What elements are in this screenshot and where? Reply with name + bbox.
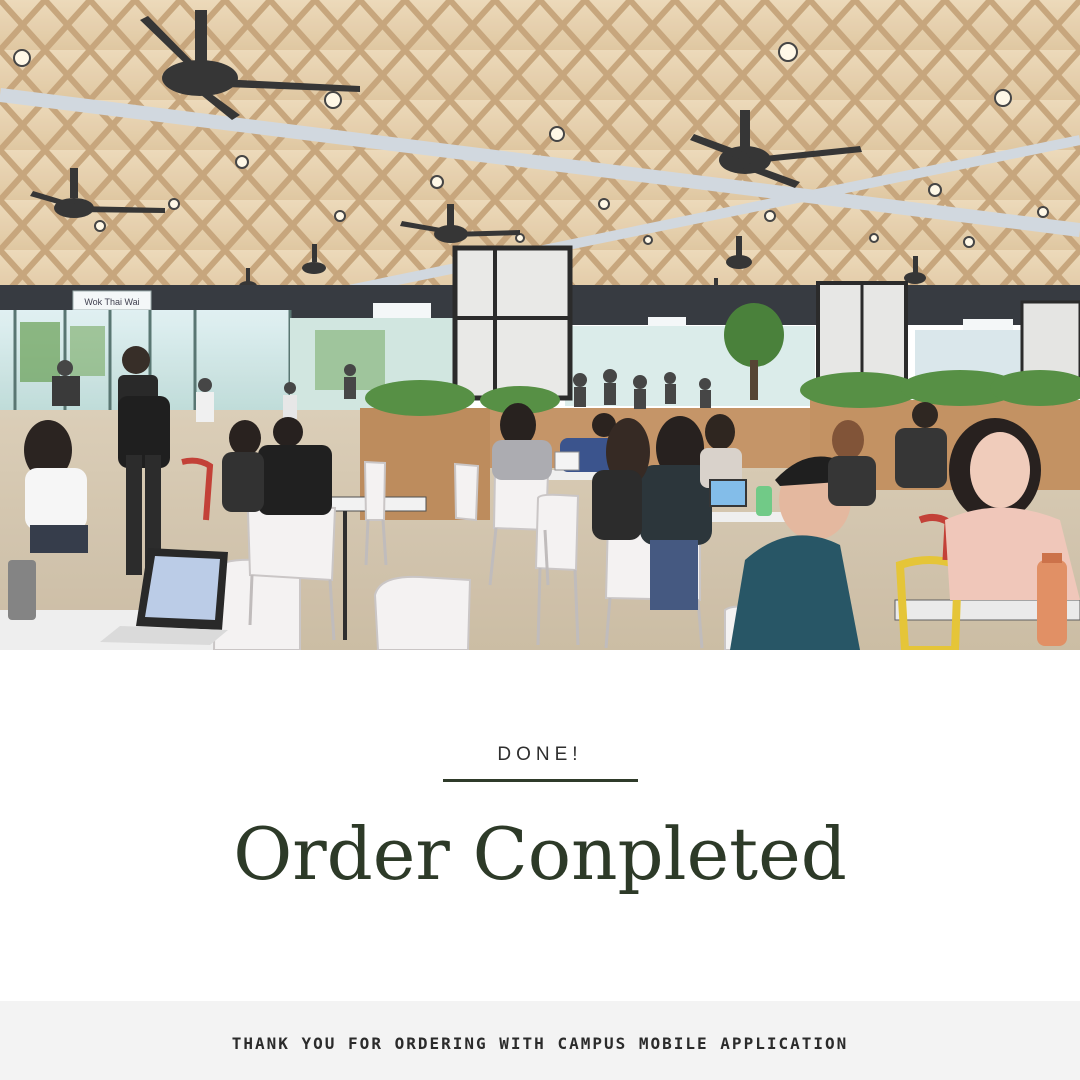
- hero-photo: Wok Thai Wai: [0, 0, 1080, 650]
- cafeteria-illustration: Wok Thai Wai: [0, 0, 1080, 650]
- footer-message: THANK YOU FOR ORDERING WITH CAMPUS MOBIL…: [231, 1034, 849, 1053]
- status-label: DONE!: [497, 744, 583, 765]
- divider: [443, 779, 638, 782]
- order-complete-screen: Wok Thai Wai DONE! Order Conpleted THANK…: [0, 0, 1080, 1080]
- footer: THANK YOU FOR ORDERING WITH CAMPUS MOBIL…: [0, 1001, 1080, 1080]
- page-title: Order Conpleted: [233, 812, 847, 896]
